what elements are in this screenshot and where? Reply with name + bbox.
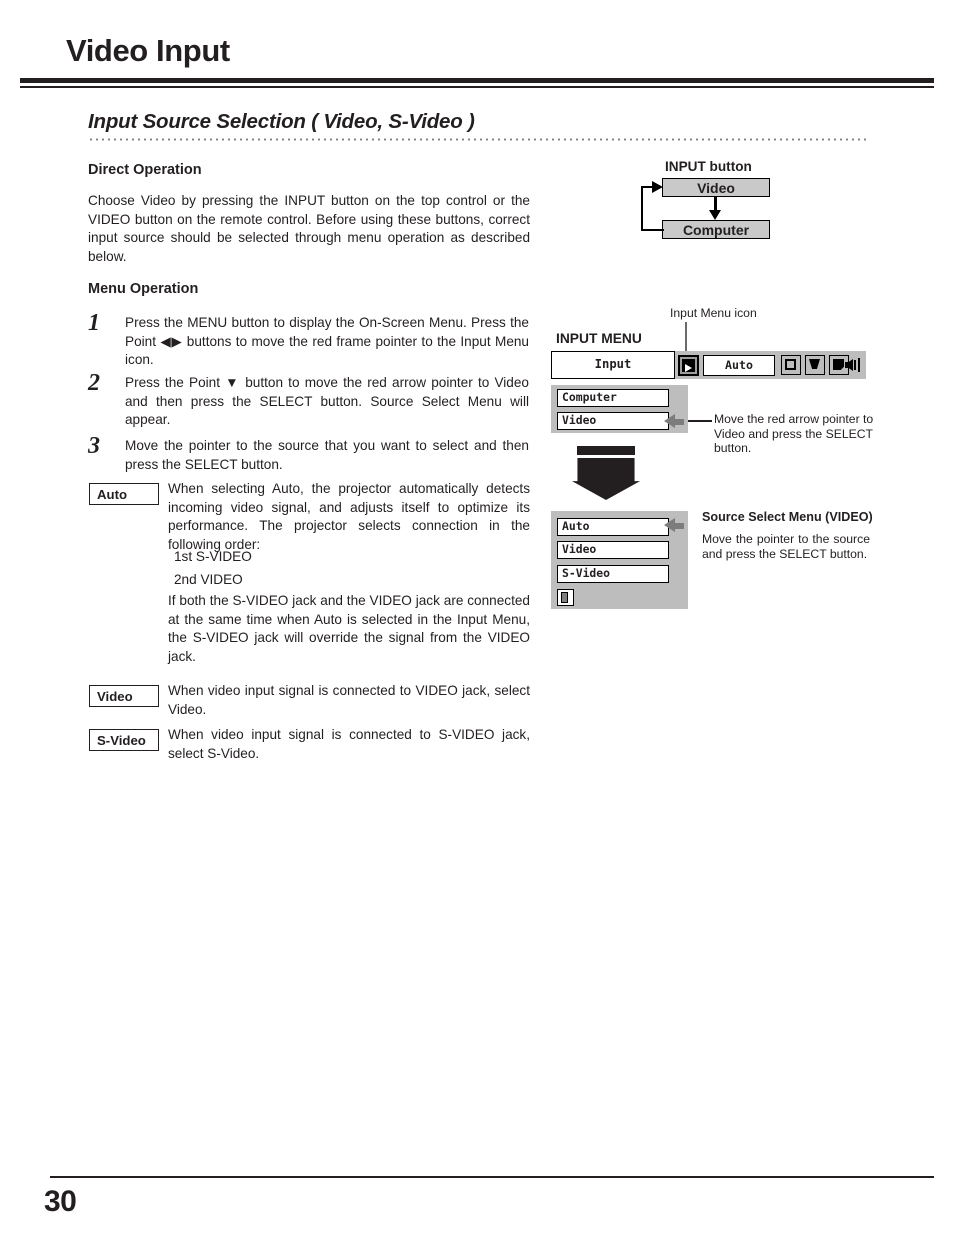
speaker-glyph: [845, 359, 853, 371]
option-text-video: When video input signal is connected to …: [168, 683, 530, 717]
source-select-title: Source Select Menu (VIDEO): [702, 510, 873, 524]
auto-order-second: 2nd VIDEO: [174, 572, 243, 587]
video-callout-text: Move the red arrow pointer to Video and …: [714, 412, 874, 456]
color-adjust-icon[interactable]: [805, 355, 825, 375]
speaker-wave-2: [858, 358, 860, 372]
source-row-auto[interactable]: Auto: [557, 518, 669, 536]
section-dotted-rule: [88, 138, 868, 141]
pointer-tail: [673, 418, 684, 425]
red-arrow-pointer-icon: [664, 414, 686, 429]
step-text: Press the MENU button to display the On-…: [125, 315, 529, 368]
input-button-caption: INPUT button: [665, 159, 752, 174]
option-label-auto: Auto: [89, 483, 159, 505]
osd-input-field: Input: [551, 351, 675, 379]
header-rule-thick: [20, 78, 934, 83]
step-text: Move the pointer to the source that you …: [125, 438, 529, 472]
screen-icon[interactable]: [781, 355, 801, 375]
footer-rule: [50, 1176, 934, 1178]
osd-submenu-row-video[interactable]: Video: [557, 412, 669, 430]
option-text-svideo: When video input signal is connected to …: [168, 727, 530, 761]
step-number: 2: [88, 370, 100, 396]
page-title: Video Input: [66, 33, 230, 68]
header-rule-thin: [20, 86, 934, 88]
flow-arrow-bar: [577, 446, 635, 455]
speaker-wave-1: [854, 360, 856, 370]
input-menu-icon[interactable]: [678, 355, 699, 376]
option-text-auto-note: If both the S-VIDEO jack and the VIDEO j…: [168, 593, 530, 664]
color-adjust-glyph: [809, 359, 820, 369]
input-arrow-glyph: [682, 359, 695, 372]
arrow-right-head-icon: [652, 181, 663, 193]
auto-order-first: 1st S-VIDEO: [174, 549, 252, 564]
input-chip-video: Video: [662, 178, 770, 197]
source-row-svideo[interactable]: S-Video: [557, 565, 669, 583]
exit-door-icon[interactable]: [557, 589, 574, 606]
source-row-video[interactable]: Video: [557, 541, 669, 559]
input-chip-computer: Computer: [662, 220, 770, 239]
input-menu-title: INPUT MENU: [556, 331, 642, 346]
door-glyph: [561, 592, 568, 603]
pointer-tail: [673, 522, 684, 529]
loop-arrow-vertical: [641, 187, 643, 231]
step-text: Press the Point ▼ button to move the red…: [125, 375, 529, 428]
page-number: 30: [44, 1185, 77, 1218]
flow-arrow-down-icon: [572, 458, 640, 500]
source-select-pointer-icon: [664, 518, 686, 533]
loop-arrow-bottom: [641, 229, 664, 231]
osd-submenu-row-computer[interactable]: Computer: [557, 389, 669, 407]
option-label-video: Video: [89, 685, 159, 707]
source-select-description: Move the pointer to the source and press…: [702, 532, 870, 562]
option-label-svideo: S-Video: [89, 729, 159, 751]
manual-page: Video Input Input Source Selection ( Vid…: [0, 0, 954, 1235]
arrow-down-head-icon: [709, 210, 721, 220]
direct-operation-heading: Direct Operation: [88, 162, 202, 178]
section-heading: Input Source Selection ( Video, S-Video …: [88, 110, 475, 133]
step-number: 1: [88, 310, 100, 336]
sound-icon[interactable]: [845, 355, 865, 375]
direct-operation-text: Choose Video by pressing the INPUT butto…: [88, 193, 530, 264]
callout-leader-video: [688, 420, 712, 422]
input-menu-icon-caption: Input Menu icon: [670, 306, 757, 320]
osd-auto-value: Auto: [703, 355, 775, 376]
step-number: 3: [88, 433, 100, 459]
image-glyph: [833, 359, 844, 370]
option-text-auto: When selecting Auto, the projector autom…: [168, 481, 530, 552]
screen-glyph: [785, 359, 796, 370]
menu-operation-heading: Menu Operation: [88, 281, 199, 297]
